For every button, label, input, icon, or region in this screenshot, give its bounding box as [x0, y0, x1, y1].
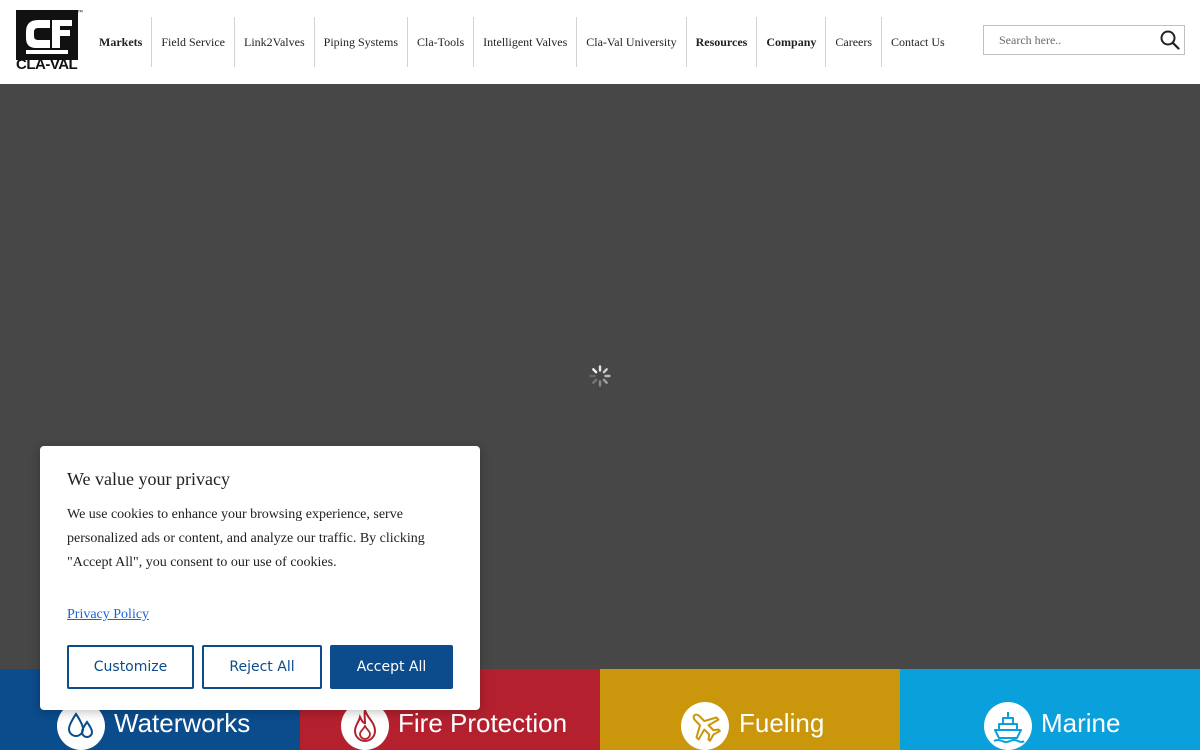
- logo-trademark: ™: [77, 10, 83, 16]
- logo-mark: [16, 10, 78, 60]
- site-header: ™ CLA-VAL Markets Field Service Link2Val…: [0, 0, 1200, 84]
- cla-val-logo[interactable]: ™ CLA-VAL: [16, 10, 83, 74]
- customize-button[interactable]: Customize: [67, 645, 194, 689]
- search-input[interactable]: [984, 26, 1154, 54]
- market-label-fueling: Fueling: [739, 708, 825, 738]
- nav-item-cla-val-university[interactable]: Cla-Val University: [576, 17, 685, 67]
- market-label-fire-protection: Fire Protection: [398, 708, 568, 738]
- search-icon[interactable]: [1160, 30, 1180, 50]
- ship-icon: [984, 702, 1032, 750]
- nav-item-contact-us[interactable]: Contact Us: [881, 17, 954, 67]
- nav-item-resources[interactable]: Resources: [685, 17, 757, 67]
- nav-item-intelligent-valves[interactable]: Intelligent Valves: [473, 17, 576, 67]
- nav-item-careers[interactable]: Careers: [825, 17, 881, 67]
- market-label-marine: Marine: [1041, 708, 1121, 738]
- logo-text: CLA-VAL: [16, 56, 78, 73]
- market-label-waterworks: Waterworks: [114, 708, 251, 738]
- nav-item-field-service[interactable]: Field Service: [151, 17, 234, 67]
- cookie-consent-dialog: We value your privacy We use cookies to …: [40, 446, 480, 710]
- market-tile-marine[interactable]: Marine: [900, 669, 1200, 750]
- nav-item-cla-tools[interactable]: Cla-Tools: [407, 17, 473, 67]
- spinner-icon: [588, 364, 612, 388]
- search-box: [983, 25, 1185, 55]
- accept-all-button[interactable]: Accept All: [330, 645, 453, 689]
- privacy-policy-link[interactable]: Privacy Policy: [67, 607, 149, 623]
- nav-item-link2valves[interactable]: Link2Valves: [233, 17, 314, 67]
- nav-item-piping-systems[interactable]: Piping Systems: [313, 17, 407, 67]
- main-nav: Markets Field Service Link2Valves Piping…: [90, 17, 954, 67]
- cookie-title: We value your privacy: [67, 469, 230, 489]
- reject-all-button[interactable]: Reject All: [202, 645, 322, 689]
- nav-item-company[interactable]: Company: [756, 17, 825, 67]
- market-tile-fueling[interactable]: Fueling: [600, 669, 900, 750]
- nav-item-markets[interactable]: Markets: [90, 17, 151, 67]
- airplane-icon: [681, 702, 729, 750]
- cookie-description: We use cookies to enhance your browsing …: [67, 507, 425, 570]
